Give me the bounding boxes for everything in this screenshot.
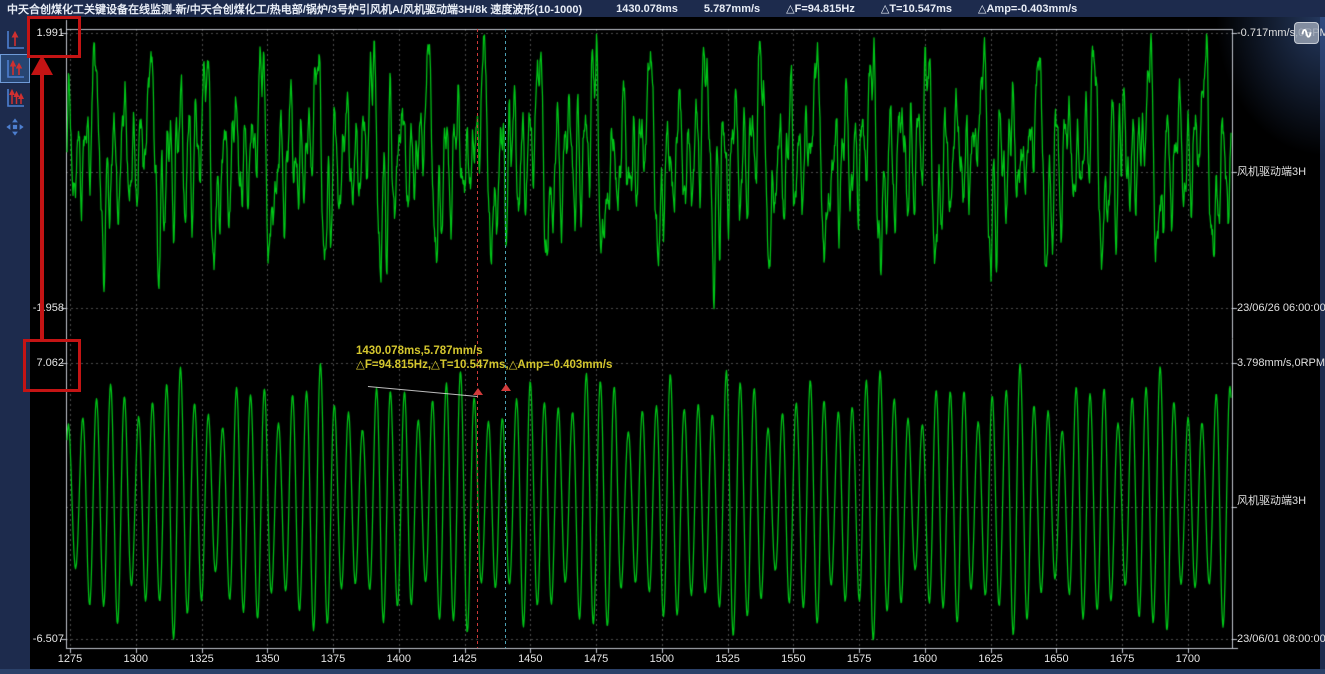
x-axis-tick-label: 1325 (181, 653, 223, 665)
cursor-tooltip: 1430.078ms,5.787mm/s △F=94.815Hz,△T=10.5… (356, 345, 612, 372)
x-axis-tick-label: 1500 (641, 653, 683, 665)
annotation-highlight-box-top (27, 16, 81, 58)
app-window: 中天合创煤化工关键设备在线监测-新/中天合创煤化工/热电部/锅炉/3号炉引风机A… (0, 0, 1325, 674)
annotation-highlight-box-bottom (23, 339, 81, 392)
blue-cursor[interactable] (505, 29, 506, 648)
x-axis-tick-label: 1425 (444, 653, 486, 665)
x-axis-tick-label: 1525 (707, 653, 749, 665)
window-bottom-edge (0, 669, 1325, 674)
cursor-tooltip-line2: △F=94.815Hz,△T=10.547ms,△Amp=-0.403mm/s (356, 359, 612, 373)
red-cursor[interactable] (477, 29, 478, 648)
x-axis-tick-label: 1300 (115, 653, 157, 665)
annotation-arrow-shaft (40, 74, 44, 339)
x-axis-tick-label: 1575 (838, 653, 880, 665)
x-axis-tick-label: 1550 (772, 653, 814, 665)
bottom-chart-timestamp-label: 23/06/01 08:00:00 (1237, 633, 1325, 645)
top-chart-timestamp-label: 23/06/26 06:00:00 (1237, 302, 1325, 314)
bottom-chart-channel-label: 风机驱动端3H (1237, 495, 1306, 507)
cursor-tooltip-line1: 1430.078ms,5.787mm/s (356, 345, 612, 359)
x-axis-tick-label: 1375 (312, 653, 354, 665)
x-axis-tick-label: 1675 (1101, 653, 1143, 665)
x-axis-tick-label: 1700 (1167, 653, 1209, 665)
y-axis-label-bottom-min: -6.507 (18, 633, 64, 645)
blue-cursor-marker (501, 384, 511, 391)
x-axis-tick-label: 1400 (378, 653, 420, 665)
bottom-chart-value-label: 3.798mm/s,0RPM (1237, 357, 1325, 369)
x-axis-tick-label: 1475 (575, 653, 617, 665)
x-axis-tick-label: 1275 (49, 653, 91, 665)
x-axis-tick-label: 1450 (509, 653, 551, 665)
x-axis-tick-label: 1650 (1035, 653, 1077, 665)
x-axis-tick-label: 1625 (970, 653, 1012, 665)
waveform-plot-area[interactable] (0, 0, 1325, 674)
x-axis-tick-label: 1350 (246, 653, 288, 665)
red-cursor-marker (473, 388, 483, 395)
annotation-arrow-head (31, 55, 53, 75)
top-chart-channel-label: 风机驱动端3H (1237, 166, 1306, 178)
waveform-view-button[interactable]: ∿ (1294, 22, 1319, 44)
x-axis-tick-label: 1600 (904, 653, 946, 665)
sine-wave-icon: ∿ (1300, 26, 1313, 41)
